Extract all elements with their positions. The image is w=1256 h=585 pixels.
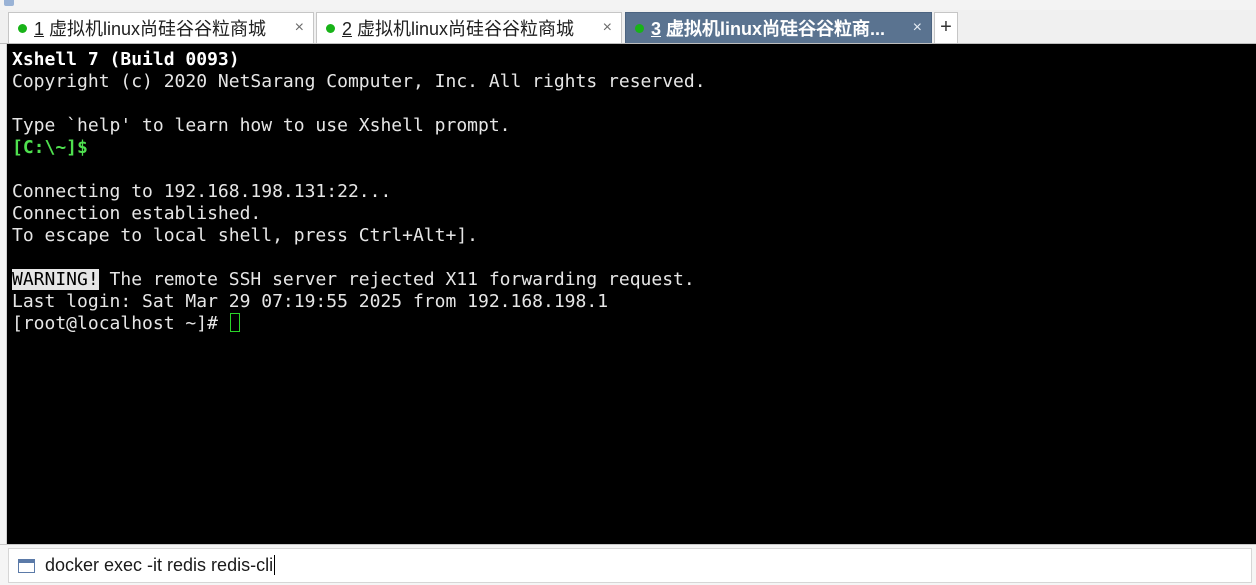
window-icon[interactable] xyxy=(18,558,35,573)
close-tab-icon[interactable]: × xyxy=(913,20,922,36)
escape-hint-line: To escape to local shell, press Ctrl+Alt… xyxy=(12,225,478,246)
compose-bar: docker exec -it redis redis-cli xyxy=(0,544,1256,585)
tab-session-2[interactable]: 2 虚拟机linux尚硅谷谷粒商城 × xyxy=(316,12,622,43)
tab-number: 3 xyxy=(651,19,662,39)
tab-title: 虚拟机linux尚硅谷谷粒商城 xyxy=(352,19,575,39)
compose-text: docker exec -it redis redis-cli xyxy=(45,555,274,575)
close-tab-icon[interactable]: × xyxy=(295,20,304,36)
connected-status-icon xyxy=(18,23,27,33)
toolbar-icon xyxy=(4,0,14,6)
remote-prompt-line: [root@localhost ~]# xyxy=(12,313,1251,335)
banner-title: Xshell 7 (Build 0093) xyxy=(12,49,240,70)
tab-title: 虚拟机linux尚硅谷谷粒商... xyxy=(661,19,886,39)
new-tab-button[interactable]: + xyxy=(934,12,958,43)
established-line: Connection established. xyxy=(12,203,262,224)
remote-prompt: [root@localhost ~]# xyxy=(12,313,229,334)
help-hint-line: Type `help' to learn how to use Xshell p… xyxy=(12,115,511,136)
tab-session-1[interactable]: 1 虚拟机linux尚硅谷谷粒商城 × xyxy=(8,12,314,43)
connecting-line: Connecting to 192.168.198.131:22... xyxy=(12,181,392,202)
connected-status-icon xyxy=(635,23,644,33)
tab-number: 1 xyxy=(34,19,45,39)
text-caret xyxy=(274,555,276,575)
tab-title: 虚拟机linux尚硅谷谷粒商城 xyxy=(44,19,267,39)
terminal-cursor xyxy=(229,313,240,332)
compose-input[interactable]: docker exec -it redis redis-cli xyxy=(8,548,1252,583)
tab-session-3[interactable]: 3 虚拟机linux尚硅谷谷粒商... × xyxy=(625,12,932,43)
tab-number: 2 xyxy=(342,19,353,39)
warning-badge: WARNING! xyxy=(12,269,99,290)
terminal-screen[interactable]: Xshell 7 (Build 0093) Copyright (c) 2020… xyxy=(7,44,1256,544)
toolbar-strip xyxy=(0,0,1256,10)
session-tab-bar: 1 虚拟机linux尚硅谷谷粒商城 × 2 虚拟机linux尚硅谷谷粒商城 × … xyxy=(0,10,1256,44)
warning-text: The remote SSH server rejected X11 forwa… xyxy=(98,269,695,290)
close-tab-icon[interactable]: × xyxy=(603,20,612,36)
copyright-line: Copyright (c) 2020 NetSarang Computer, I… xyxy=(12,71,706,92)
local-prompt: [C:\~]$ xyxy=(12,137,88,158)
last-login-line: Last login: Sat Mar 29 07:19:55 2025 fro… xyxy=(12,291,609,312)
connected-status-icon xyxy=(326,23,335,33)
warning-line: WARNING! The remote SSH server rejected … xyxy=(12,269,1251,291)
left-gutter xyxy=(0,44,7,544)
